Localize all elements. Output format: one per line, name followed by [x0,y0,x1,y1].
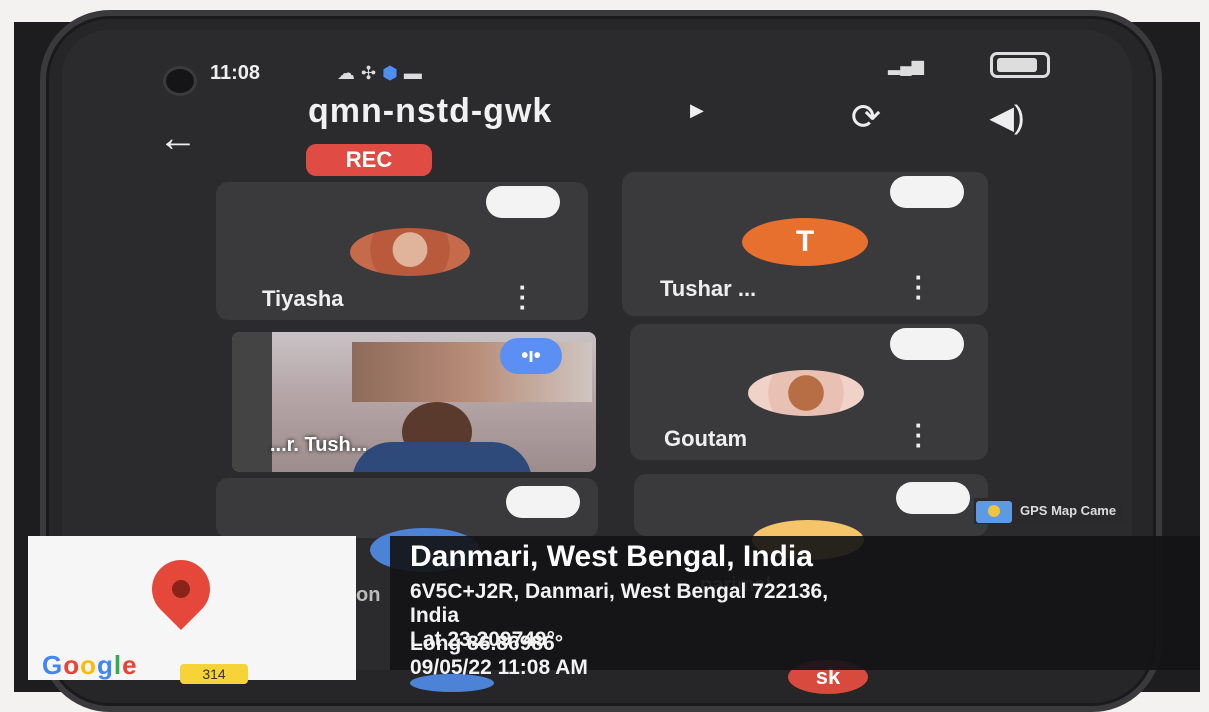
datetime: 09/05/22 11:08 AM [410,656,588,679]
mic-indicator [890,176,964,208]
rec-badge: REC [306,144,432,176]
more-options-icon[interactable]: · · · [516,274,530,320]
participant-tile[interactable]: T Tushar ... · · · [622,172,988,316]
mic-indicator [890,328,964,360]
signal-icon: ▂▄▆ [888,58,924,75]
app-icon: ⬢ [382,63,404,83]
speaking-indicator-icon: •ı• [500,338,562,374]
participant-name: ...r. Tush... [270,434,368,456]
front-camera-icon [163,66,197,96]
switch-camera-icon[interactable]: ⟳ [834,96,898,138]
mic-indicator [896,482,970,514]
participant-name: on [356,584,381,606]
gps-map-thumbnail: Google 314 [28,536,356,684]
network-icon: ✣ [361,63,383,83]
gps-camera-icon [976,500,1012,523]
speaker-icon[interactable]: ◀) [975,96,1039,138]
participant-name: Tiyasha [262,286,344,311]
status-time: 11:08 [210,62,261,84]
avatar [748,370,864,416]
longitude: Long 86.86986° [410,632,564,655]
more-options-icon[interactable]: · · · [912,264,926,310]
location-title: Danmari, West Bengal, India [410,540,813,573]
message-icon: ▬ [403,63,428,83]
map-badge: 314 [180,664,248,684]
battery-icon [990,52,1050,78]
google-logo: Google [42,650,138,680]
avatar [350,228,470,276]
cloud-icon: ☁ [337,63,361,83]
notification-icons: ☁✣⬢▬ [337,63,428,84]
participant-tile[interactable]: Tiyasha · · · [216,182,588,320]
more-options-icon[interactable]: · · · [912,412,926,458]
video-person-body [352,442,532,472]
address-line: India [410,604,460,627]
map-pin-icon [139,547,223,631]
mic-indicator [506,486,580,518]
mic-indicator [486,186,560,218]
participant-name: Tushar ... [660,276,757,301]
expand-caret-icon[interactable]: ▶ [690,100,704,121]
meeting-code[interactable]: qmn-nstd-gwk [308,92,552,131]
video-shadow [232,332,272,472]
gps-camera-tag: GPS Map Came [974,498,1127,524]
participant-tile[interactable]: Goutam · · · [630,324,988,460]
avatar: T [742,218,868,266]
participant-name: Goutam [664,426,748,451]
gps-tag-label: GPS Map Came [1020,503,1117,518]
address-line: 6V5C+J2R, Danmari, West Bengal 722136, [410,580,829,603]
back-arrow-icon[interactable]: ← [158,118,198,158]
